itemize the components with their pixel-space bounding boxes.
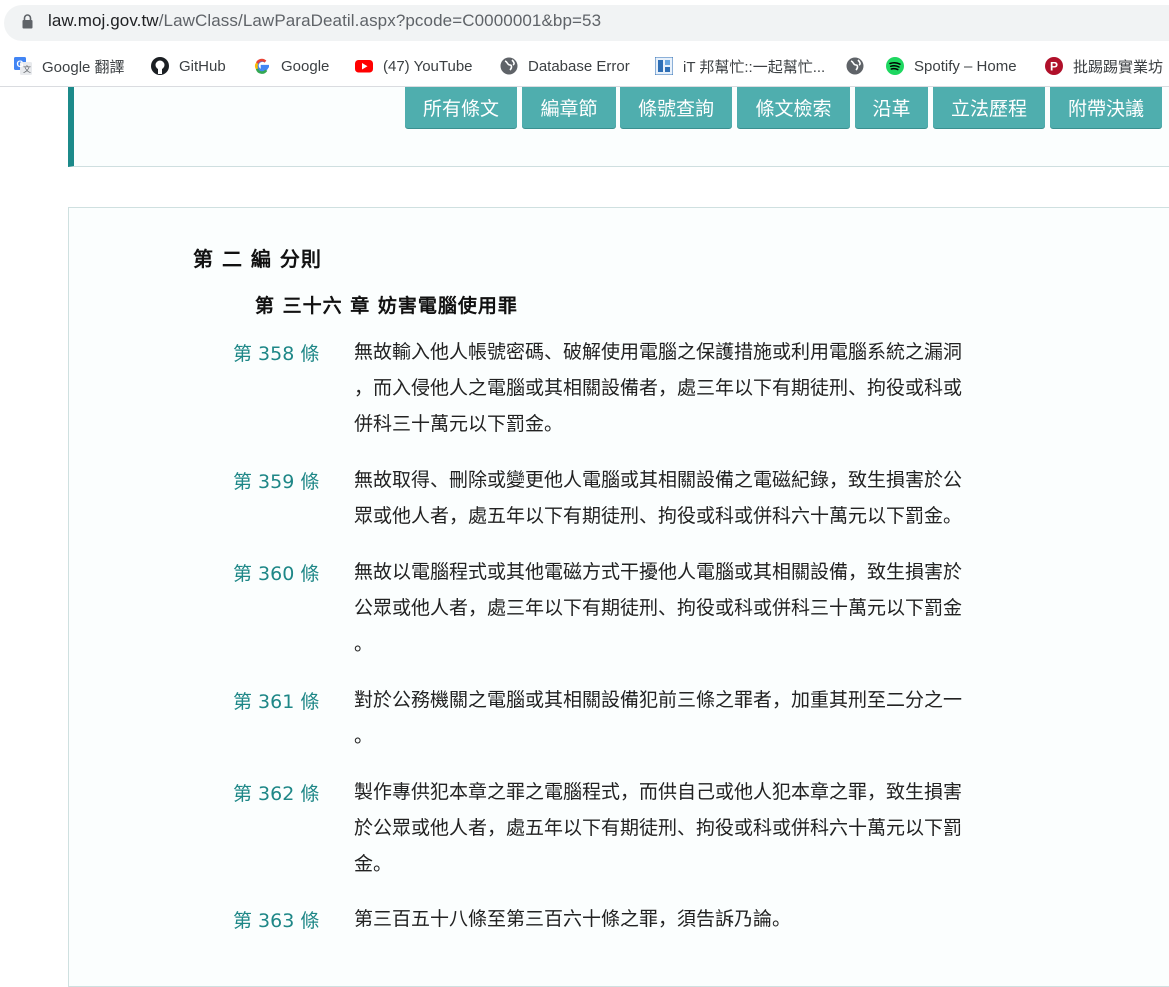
article-line: 眾或他人者，處五年以下有期徒刑、拘役或科或併科六十萬元以下罰金。 [354, 505, 963, 527]
bookmark-label: 批踢踢實業坊 [1073, 58, 1164, 76]
article-line: 第三百五十八條至第三百六十條之罪，須告訴乃論。 [354, 908, 792, 930]
article-line: 於公眾或他人者，處五年以下有期徒刑、拘役或科或併科六十萬元以下罰 [354, 817, 963, 839]
bookmark-label: (47) YouTube [383, 57, 473, 75]
article-number-link[interactable]: 第 360 條 [233, 559, 319, 586]
google-icon [255, 58, 269, 74]
bookmark-ithome[interactable]: iT 邦幫忙::一起幫忙... [655, 54, 825, 78]
article-line: 併科三十萬元以下罰金。 [354, 413, 564, 435]
article-line: 金。 [354, 853, 393, 875]
bookmark-google[interactable]: Google [253, 54, 329, 78]
article-line: 對於公務機關之電腦或其相關設備犯前三條之罪者，加重其刑至二分之一 [354, 689, 963, 711]
ithome-icon [655, 57, 673, 75]
article-line: 製作專供犯本章之罪之電腦程式，而供自己或他人犯本章之罪，致生損害 [354, 781, 963, 803]
bookmark-label: Google 翻譯 [42, 58, 125, 76]
article-text: 無故輸入他人帳號密碼、破解使用電腦之保護措施或利用電腦系統之漏洞 ，而入侵他人之… [354, 334, 999, 442]
url-host: law.moj.gov.tw [48, 11, 159, 30]
bookmark-label: Database Error [528, 57, 630, 75]
article-line: 。 [354, 633, 374, 655]
bookmark-youtube[interactable]: (47) YouTube [355, 54, 473, 78]
bookmark-ptt[interactable]: P 批踢踢實業坊 [1045, 54, 1163, 78]
article-text: 無故取得、刪除或變更他人電腦或其相關設備之電磁紀錄，致生損害於公 眾或他人者，處… [354, 462, 999, 534]
bookmark-label: iT 邦幫忙::一起幫忙... [683, 58, 826, 76]
ptt-icon: P [1045, 57, 1063, 75]
part-heading: 第 二 編 分則 [193, 247, 322, 271]
chapters-button[interactable]: 編章節 [522, 87, 616, 128]
bookmark-github[interactable]: GitHub [151, 54, 226, 78]
bookmark-globe[interactable] [846, 54, 874, 78]
article-line: 公眾或他人者，處三年以下有期徒刑、拘役或科或併科三十萬元以下罰金 [354, 597, 963, 619]
article-line: 。 [354, 725, 374, 747]
chapter-heading: 第 三十六 章 妨害電腦使用罪 [255, 295, 518, 317]
bookmark-spotify[interactable]: Spotify – Home [886, 54, 1017, 78]
article-number-link[interactable]: 第 362 條 [233, 779, 319, 806]
svg-text:文: 文 [23, 64, 31, 74]
lock-icon[interactable] [22, 14, 33, 29]
all-articles-button[interactable]: 所有條文 [405, 87, 517, 128]
svg-text:P: P [1050, 60, 1058, 74]
article-line: ，而入侵他人之電腦或其相關設備者，處三年以下有期徒刑、拘役或科或 [354, 377, 963, 399]
article-text: 製作專供犯本章之罪之電腦程式，而供自己或他人犯本章之罪，致生損害 於公眾或他人者… [354, 774, 999, 882]
article-line: 無故以電腦程式或其他電磁方式干擾他人電腦或其相關設備，致生損害於 [354, 561, 963, 583]
globe-icon [846, 57, 864, 75]
spotify-icon [886, 57, 904, 75]
article-number-link[interactable]: 第 361 條 [233, 687, 319, 714]
article-number-query-button[interactable]: 條號查詢 [620, 87, 732, 128]
article-line: 無故取得、刪除或變更他人電腦或其相關設備之電磁紀錄，致生損害於公 [354, 469, 963, 491]
article-text: 第三百五十八條至第三百六十條之罪，須告訴乃論。 [354, 901, 999, 937]
bookmark-google-translate[interactable]: G 文 Google 翻譯 [14, 54, 125, 78]
url-path: /LawClass/LawParaDeatil.aspx?pcode=C0000… [158, 11, 602, 30]
article-search-button[interactable]: 條文檢索 [737, 87, 850, 128]
article-text: 無故以電腦程式或其他電磁方式干擾他人電腦或其相關設備，致生損害於 公眾或他人者，… [354, 554, 999, 662]
bookmark-label: GitHub [179, 57, 226, 75]
article-line: 無故輸入他人帳號密碼、破解使用電腦之保護措施或利用電腦系統之漏洞 [354, 341, 963, 363]
address-bar-area: law.moj.gov.tw/LawClass/LawParaDeatil.as… [0, 0, 1169, 46]
google-translate-icon: G 文 [14, 57, 32, 75]
bookmark-label: Google [281, 57, 330, 75]
resolutions-button[interactable]: 附帶決議 [1050, 87, 1162, 128]
youtube-icon [355, 60, 373, 73]
bookmark-label: Spotify – Home [914, 57, 1017, 75]
globe-icon [500, 57, 518, 75]
article-number-link[interactable]: 第 359 條 [233, 467, 319, 494]
article-number-link[interactable]: 第 358 條 [233, 339, 319, 366]
article-text: 對於公務機關之電腦或其相關設備犯前三條之罪者，加重其刑至二分之一 。 [354, 682, 999, 754]
article-number-link[interactable]: 第 363 條 [233, 906, 319, 933]
github-icon [151, 57, 169, 75]
url-text[interactable]: law.moj.gov.tw/LawClass/LawParaDeatil.as… [48, 11, 601, 31]
history-button[interactable]: 沿革 [855, 87, 928, 128]
legislative-history-button[interactable]: 立法歷程 [933, 87, 1045, 128]
bookmarks-bar: G 文 Google 翻譯 GitHub Google (47) YouTube [0, 46, 1169, 87]
bookmark-database-error[interactable]: Database Error [500, 54, 630, 78]
